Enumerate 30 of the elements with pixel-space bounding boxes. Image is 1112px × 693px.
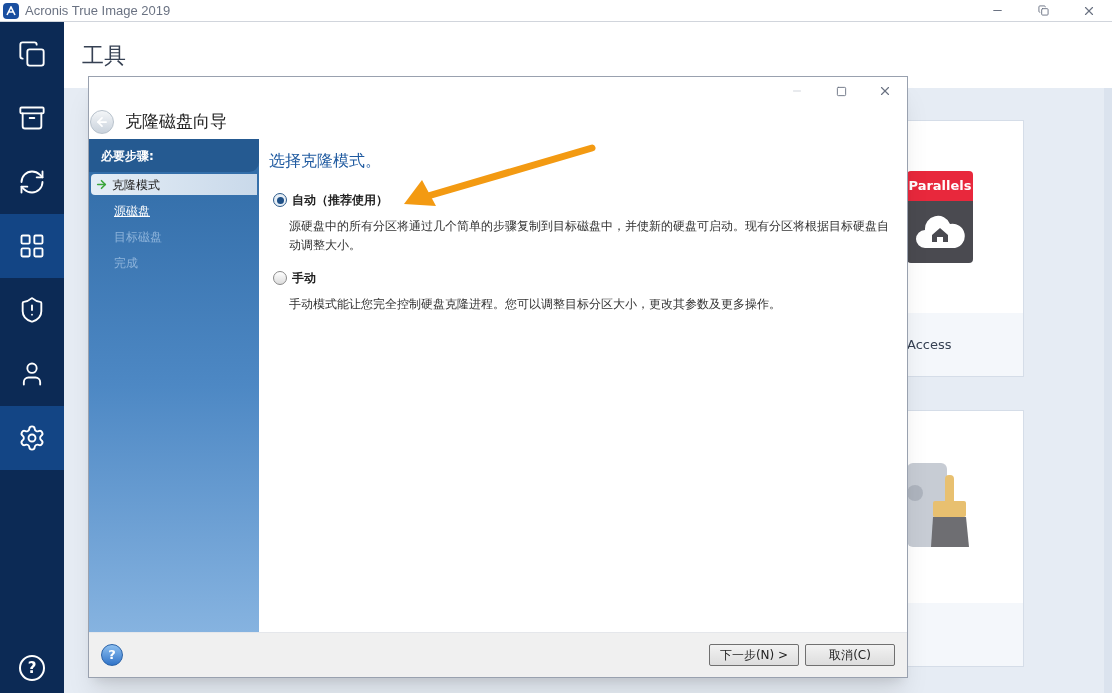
step-label: 完成 [114,255,138,272]
close-icon [878,84,892,98]
window-title: Acronis True Image 2019 [25,1,171,20]
page-title: 工具 [82,41,126,70]
copy-icon [18,40,46,68]
step-label: 目标磁盘 [114,229,162,246]
steps-header: 必要步骤: [101,147,154,165]
step-label: 克隆模式 [112,176,160,194]
card-label: Access [907,335,952,354]
help-button[interactable]: ? [19,655,45,681]
logo-text: Parallels [908,177,972,196]
step-link[interactable]: 源磁盘 [114,202,150,220]
dialog-title: 克隆磁盘向导 [125,110,227,134]
option-label: 手动 [292,270,316,287]
sidebar-item[interactable] [0,406,64,470]
grid-icon [18,232,46,260]
maximize-icon [835,85,847,97]
radio-button[interactable] [273,193,287,207]
section-heading: 选择克隆模式。 [269,150,382,172]
option-label: 自动（推荐使用） [292,192,388,209]
settings-icon [18,424,46,452]
option-description: 手动模式能让您完全控制硬盘克隆进程。您可以调整目标分区大小，更改其参数及更多操作。 [288,296,782,313]
restore-icon [1037,5,1049,16]
sync-icon [18,168,46,196]
radio-button[interactable] [273,271,287,285]
dialog-button[interactable]: 取消(C) [805,644,895,666]
dialog-button[interactable]: 下一步(N) > [709,644,799,666]
archive-icon [18,104,46,132]
step-arrow-icon [95,178,108,191]
sidebar-item[interactable] [0,214,64,278]
